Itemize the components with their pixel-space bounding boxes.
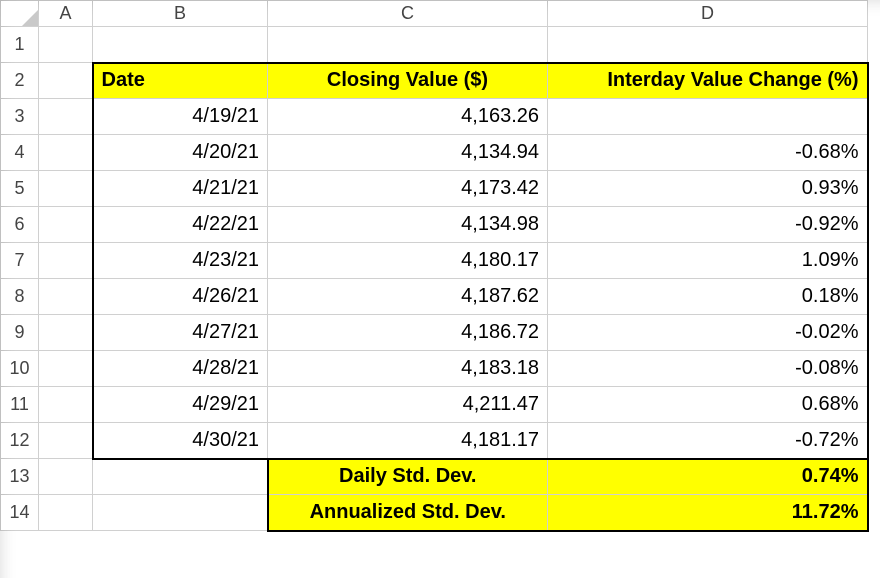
cell-A11[interactable] — [39, 387, 93, 423]
row-header[interactable]: 12 — [1, 423, 39, 459]
summary-daily-label: Daily Std. Dev. — [269, 461, 548, 492]
cell-D1[interactable] — [548, 27, 868, 63]
header-date: Date — [94, 65, 268, 96]
cell-B2[interactable]: Date — [93, 63, 268, 99]
cell-A6[interactable] — [39, 207, 93, 243]
cell-A10[interactable] — [39, 351, 93, 387]
summary-daily-value: 0.74% — [548, 461, 867, 492]
row-header[interactable]: 7 — [1, 243, 39, 279]
col-header-B[interactable]: B — [93, 1, 268, 27]
cell-B5[interactable]: 4/21/21 — [93, 171, 268, 207]
cell-C9[interactable]: 4,186.72 — [268, 315, 548, 351]
cell-B4[interactable]: 4/20/21 — [93, 135, 268, 171]
cell-D11[interactable]: 0.68% — [548, 387, 868, 423]
cell-B9[interactable]: 4/27/21 — [93, 315, 268, 351]
cell-C14[interactable]: Annualized Std. Dev. — [268, 495, 548, 531]
row-4: 4 4/20/21 4,134.94 -0.68% — [1, 135, 868, 171]
cell-C7[interactable]: 4,180.17 — [268, 243, 548, 279]
cell-D14[interactable]: 11.72% — [548, 495, 868, 531]
cell-A8[interactable] — [39, 279, 93, 315]
row-12: 12 4/30/21 4,181.17 -0.72% — [1, 423, 868, 459]
cell-B10[interactable]: 4/28/21 — [93, 351, 268, 387]
row-header[interactable]: 4 — [1, 135, 39, 171]
row-7: 7 4/23/21 4,180.17 1.09% — [1, 243, 868, 279]
cell-A2[interactable] — [39, 63, 93, 99]
cell-B7[interactable]: 4/23/21 — [93, 243, 268, 279]
cell-C6[interactable]: 4,134.98 — [268, 207, 548, 243]
cell-A13[interactable] — [39, 459, 93, 495]
col-header-D[interactable]: D — [548, 1, 868, 27]
row-header[interactable]: 6 — [1, 207, 39, 243]
row-11: 11 4/29/21 4,211.47 0.68% — [1, 387, 868, 423]
row-10: 10 4/28/21 4,183.18 -0.08% — [1, 351, 868, 387]
cell-A3[interactable] — [39, 99, 93, 135]
cell-A1[interactable] — [39, 27, 93, 63]
row-header[interactable]: 14 — [1, 495, 39, 531]
row-9: 9 4/27/21 4,186.72 -0.02% — [1, 315, 868, 351]
row-1: 1 — [1, 27, 868, 63]
cell-C10[interactable]: 4,183.18 — [268, 351, 548, 387]
row-2: 2 Date Closing Value ($) Interday Value … — [1, 63, 868, 99]
row-6: 6 4/22/21 4,134.98 -0.92% — [1, 207, 868, 243]
cell-B14[interactable] — [93, 495, 268, 531]
cell-A4[interactable] — [39, 135, 93, 171]
cell-B13[interactable] — [93, 459, 268, 495]
row-header[interactable]: 1 — [1, 27, 39, 63]
cell-D13[interactable]: 0.74% — [548, 459, 868, 495]
row-header[interactable]: 2 — [1, 63, 39, 99]
row-header[interactable]: 5 — [1, 171, 39, 207]
cell-C3[interactable]: 4,163.26 — [268, 99, 548, 135]
cell-D12[interactable]: -0.72% — [548, 423, 868, 459]
cell-D7[interactable]: 1.09% — [548, 243, 868, 279]
cell-D4[interactable]: -0.68% — [548, 135, 868, 171]
cell-B1[interactable] — [93, 27, 268, 63]
header-closing: Closing Value ($) — [268, 65, 547, 96]
cell-D2[interactable]: Interday Value Change (%) — [548, 63, 868, 99]
cell-C5[interactable]: 4,173.42 — [268, 171, 548, 207]
cell-B8[interactable]: 4/26/21 — [93, 279, 268, 315]
row-3: 3 4/19/21 4,163.26 — [1, 99, 868, 135]
row-header[interactable]: 3 — [1, 99, 39, 135]
row-header[interactable]: 11 — [1, 387, 39, 423]
cell-C4[interactable]: 4,134.94 — [268, 135, 548, 171]
select-all-corner[interactable] — [1, 1, 39, 27]
row-header[interactable]: 13 — [1, 459, 39, 495]
cell-C2[interactable]: Closing Value ($) — [268, 63, 548, 99]
cell-D9[interactable]: -0.02% — [548, 315, 868, 351]
cell-A12[interactable] — [39, 423, 93, 459]
cell-D6[interactable]: -0.92% — [548, 207, 868, 243]
summary-annual-value: 11.72% — [548, 497, 867, 528]
row-header[interactable]: 10 — [1, 351, 39, 387]
cell-C1[interactable] — [268, 27, 548, 63]
cell-C11[interactable]: 4,211.47 — [268, 387, 548, 423]
row-8: 8 4/26/21 4,187.62 0.18% — [1, 279, 868, 315]
cell-C13[interactable]: Daily Std. Dev. — [268, 459, 548, 495]
cell-D8[interactable]: 0.18% — [548, 279, 868, 315]
cell-B3[interactable]: 4/19/21 — [93, 99, 268, 135]
cell-A7[interactable] — [39, 243, 93, 279]
cell-B6[interactable]: 4/22/21 — [93, 207, 268, 243]
cell-C8[interactable]: 4,187.62 — [268, 279, 548, 315]
cell-C12[interactable]: 4,181.17 — [268, 423, 548, 459]
header-change: Interday Value Change (%) — [548, 65, 867, 96]
cell-B12[interactable]: 4/30/21 — [93, 423, 268, 459]
column-header-row: A B C D — [1, 1, 868, 27]
cell-D10[interactable]: -0.08% — [548, 351, 868, 387]
cell-B11[interactable]: 4/29/21 — [93, 387, 268, 423]
cell-D3[interactable] — [548, 99, 868, 135]
summary-annual-label: Annualized Std. Dev. — [269, 497, 548, 528]
col-header-A[interactable]: A — [39, 1, 93, 27]
cell-A5[interactable] — [39, 171, 93, 207]
row-header[interactable]: 9 — [1, 315, 39, 351]
cell-A14[interactable] — [39, 495, 93, 531]
row-5: 5 4/21/21 4,173.42 0.93% — [1, 171, 868, 207]
row-13: 13 Daily Std. Dev. 0.74% — [1, 459, 868, 495]
spreadsheet[interactable]: A B C D 1 2 Date Closing Value ($) Inter… — [0, 0, 869, 532]
row-header[interactable]: 8 — [1, 279, 39, 315]
col-header-C[interactable]: C — [268, 1, 548, 27]
row-14: 14 Annualized Std. Dev. 11.72% — [1, 495, 868, 531]
cell-D5[interactable]: 0.93% — [548, 171, 868, 207]
cell-A9[interactable] — [39, 315, 93, 351]
